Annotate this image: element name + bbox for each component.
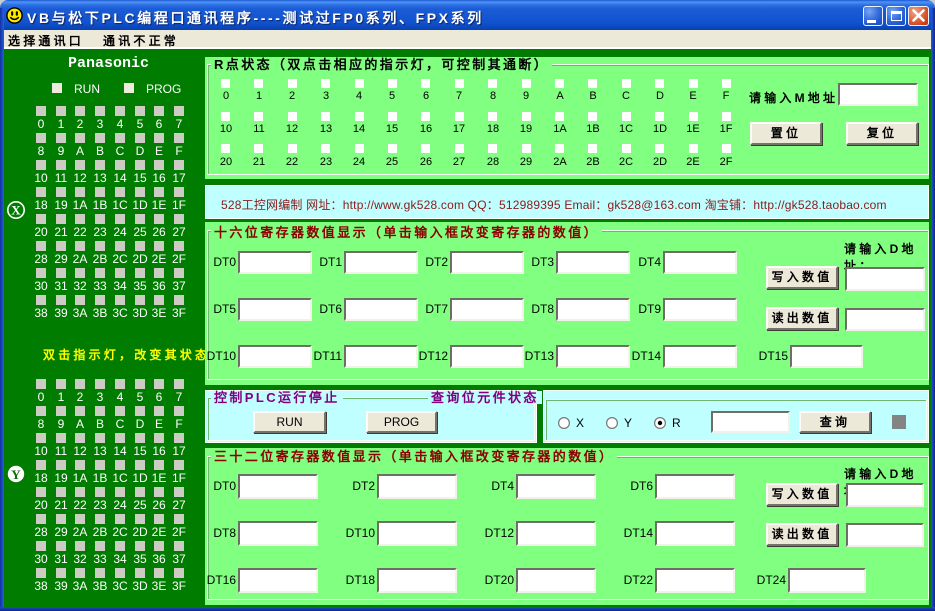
svg-text:Y: Y (11, 467, 21, 482)
svg-text:X: X (11, 203, 21, 218)
